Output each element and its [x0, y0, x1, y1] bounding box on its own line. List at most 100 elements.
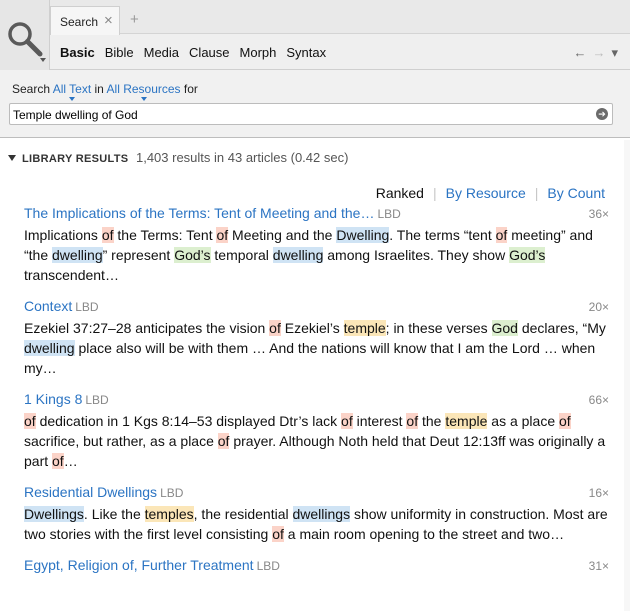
result-snippet[interactable]: Dwellings. Like the temples, the residen…	[24, 504, 609, 544]
chevron-down-icon	[40, 58, 46, 62]
go-arrow-icon[interactable]: ➔	[596, 108, 608, 120]
result-item: Egypt, Religion of, Further Treatment LBD…	[24, 557, 609, 577]
tab-basic[interactable]: Basic	[60, 45, 95, 60]
result-title-link[interactable]: Residential Dwellings	[24, 484, 157, 500]
snippet-text: transcendent…	[24, 267, 119, 283]
snippet-text: the Terms: Tent	[113, 227, 217, 243]
highlighted-term: dwellings	[292, 506, 351, 522]
in-word: in	[94, 82, 104, 96]
scope-dropdown[interactable]: All Text	[53, 82, 91, 101]
snippet-text: Implications	[24, 227, 102, 243]
tab-syntax[interactable]: Syntax	[286, 45, 326, 60]
sort-by-resource[interactable]: By Resource	[446, 185, 526, 201]
close-icon[interactable]: ×	[104, 12, 113, 29]
result-source: LBD	[160, 486, 184, 500]
tab-clause[interactable]: Clause	[189, 45, 229, 60]
snippet-text: Ezekiel 37:27–28 anticipates the vision	[24, 320, 270, 336]
result-hit-count: 36×	[588, 207, 609, 221]
tab-bible[interactable]: Bible	[105, 45, 134, 60]
result-snippet[interactable]: Implications of the Terms: Tent of Meeti…	[24, 225, 609, 285]
search-prefix: Search	[12, 82, 51, 96]
snippet-text: Ezekiel’s	[280, 320, 344, 336]
highlighted-term: dwelling	[52, 247, 103, 263]
chevron-down-icon	[68, 97, 75, 101]
resources-label: All Resources	[106, 82, 181, 96]
result-title-link[interactable]: The Implications of the Terms: Tent of M…	[24, 205, 374, 221]
results-summary: 1,403 results in 43 articles (0.42 sec)	[135, 150, 349, 165]
snippet-text: a main room opening to the street and tw…	[283, 526, 565, 542]
highlighted-term: of	[52, 453, 64, 469]
snippet-text: ; in these verses	[385, 320, 492, 336]
result-item: Context LBD 20× Ezekiel 37:27–28 anticipate…	[24, 298, 609, 378]
result-item: 1 Kings 8 LBD 66× of dedication in 1 Kgs 8:…	[24, 391, 609, 471]
highlighted-term: Dwelling	[336, 227, 390, 243]
result-header: Egypt, Religion of, Further Treatment LBD…	[24, 557, 609, 577]
collapse-triangle-icon	[8, 155, 16, 161]
snippet-text: …	[63, 453, 78, 469]
result-title-link[interactable]: 1 Kings 8	[24, 391, 82, 407]
result-title-link[interactable]: Egypt, Religion of, Further Treatment	[24, 557, 254, 573]
highlighted-term: God	[491, 320, 518, 336]
toolbar: Search × + Basic Bible Media Clause Morph Syn…	[0, 0, 630, 70]
for-word: for	[183, 82, 198, 96]
result-source: LBD	[377, 207, 401, 221]
library-results-header[interactable]: LIBRARY RESULTS 1,403 results in 43 arti…	[8, 150, 348, 165]
tab-morph[interactable]: Morph	[240, 45, 277, 60]
highlighted-term: temple	[343, 320, 386, 336]
highlighted-term: of	[272, 526, 284, 542]
library-results-title: LIBRARY RESULTS	[22, 153, 129, 165]
snippet-text: dedication in 1 Kgs 8:14–53 displayed Dt…	[35, 413, 342, 429]
highlighted-term: temple	[445, 413, 488, 429]
snippet-text: the	[418, 413, 446, 429]
search-type-tabs: Basic Bible Media Clause Morph Syntax	[60, 45, 336, 60]
tab-media[interactable]: Media	[144, 45, 179, 60]
snippet-text: temporal	[210, 247, 273, 263]
forward-arrow-icon[interactable]: →	[592, 45, 605, 60]
snippet-text: among Israelites. They show	[323, 247, 510, 263]
highlighted-term: of	[216, 227, 229, 243]
result-hit-count: 20×	[588, 300, 609, 314]
snippet-text: Meeting and the	[228, 227, 337, 243]
highlighted-term: dwelling	[24, 340, 75, 356]
panel-menu-icon[interactable]: ▾	[611, 45, 618, 60]
highlighted-term: of	[406, 413, 419, 429]
query-box: ➔	[9, 103, 613, 125]
add-tab-icon[interactable]: +	[130, 11, 139, 28]
results-list: The Implications of the Terms: Tent of M…	[24, 205, 609, 590]
result-hit-count: 16×	[588, 486, 609, 500]
sort-by-count[interactable]: By Count	[547, 185, 605, 201]
result-snippet[interactable]: Ezekiel 37:27–28 anticipates the vision …	[24, 318, 609, 378]
history-nav: ← → ▾	[567, 45, 618, 61]
highlighted-term: Dwellings	[24, 506, 84, 522]
snippet-text: ” represent	[102, 247, 175, 263]
snippet-text: . The terms “tent	[389, 227, 496, 243]
snippet-text: . Like the	[83, 506, 145, 522]
result-header: Context LBD 20×	[24, 298, 609, 318]
highlighted-term: dwelling	[272, 247, 324, 263]
tab-strip: Search × +	[50, 0, 630, 35]
chevron-down-icon	[140, 97, 147, 101]
snippet-text: as a place	[487, 413, 559, 429]
result-header: The Implications of the Terms: Tent of M…	[24, 205, 609, 225]
search-input[interactable]	[13, 106, 583, 123]
highlighted-term: of	[495, 227, 508, 243]
magnifier-icon	[8, 22, 43, 57]
search-panel-menu[interactable]	[0, 0, 50, 70]
sort-divider: |	[534, 185, 539, 201]
result-hit-count: 31×	[588, 559, 609, 573]
highlighted-term: of	[559, 413, 571, 429]
scrollbar[interactable]	[624, 140, 630, 611]
result-snippet[interactable]: of dedication in 1 Kgs 8:14–53 displayed…	[24, 411, 609, 471]
back-arrow-icon[interactable]: ←	[573, 45, 586, 60]
result-source: LBD	[75, 300, 99, 314]
result-header: 1 Kings 8 LBD 66×	[24, 391, 609, 411]
result-item: The Implications of the Terms: Tent of M…	[24, 205, 609, 285]
search-bar: Search All Text in All Resources for ➔	[0, 70, 630, 138]
tab-search[interactable]: Search ×	[50, 6, 120, 35]
result-title-link[interactable]: Context	[24, 298, 72, 314]
resources-dropdown[interactable]: All Resources	[106, 82, 181, 101]
sort-ranked[interactable]: Ranked	[376, 185, 424, 201]
result-source: LBD	[85, 393, 109, 407]
highlighted-term: of	[101, 227, 114, 243]
tab-search-label: Search	[60, 15, 99, 29]
